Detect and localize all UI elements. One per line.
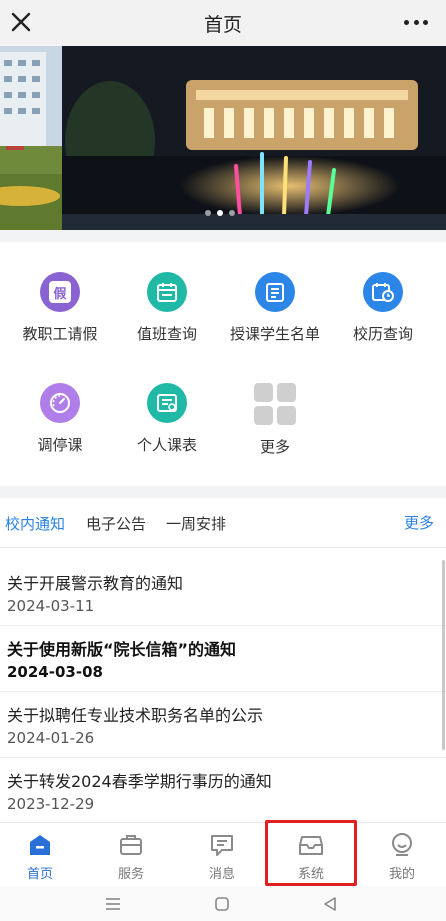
- news-date: 2024-01-26: [7, 729, 95, 747]
- leave-icon: 假: [40, 272, 80, 312]
- tabbar-label: 消息: [208, 867, 235, 882]
- tabbar-service[interactable]: 服务: [91, 831, 171, 883]
- list-item[interactable]: 关于开展警示教育的通知 2024-03-11: [0, 560, 446, 626]
- tab-e-announcement[interactable]: 电子公告: [86, 513, 146, 534]
- carousel-dot-active[interactable]: [217, 210, 223, 216]
- tabbar-messages[interactable]: 消息: [182, 831, 262, 883]
- app-label: 更多: [259, 438, 290, 456]
- more-menu-icon[interactable]: [404, 20, 428, 26]
- calendar-icon: [147, 272, 187, 312]
- app-school-calendar[interactable]: 校历查询: [328, 272, 438, 362]
- news-title: 关于开展警示教育的通知: [7, 574, 184, 593]
- list-icon: [255, 272, 295, 312]
- gauge-icon: [40, 383, 80, 423]
- system-navigation-bar: [0, 886, 446, 921]
- app-label: 值班查询: [136, 325, 197, 343]
- section-divider: [0, 230, 446, 242]
- app-duty-query[interactable]: 值班查询: [112, 272, 222, 362]
- app-more[interactable]: 更多: [220, 383, 330, 473]
- menu-icon[interactable]: [105, 896, 121, 912]
- tabbar-label: 服务: [117, 867, 144, 882]
- timetable-icon: [147, 383, 187, 423]
- top-bar: 首页: [0, 0, 446, 46]
- app-label: 教职工请假: [22, 325, 98, 343]
- home-square-icon[interactable]: [214, 896, 230, 912]
- tabbar-home[interactable]: 首页: [0, 831, 80, 883]
- list-item[interactable]: 关于使用新版“院长信箱”的通知 2024-03-08: [0, 626, 446, 692]
- news-title: 关于使用新版“院长信箱”的通知: [7, 640, 237, 659]
- carousel-dot[interactable]: [205, 210, 211, 216]
- app-label: 授课学生名单: [229, 325, 320, 343]
- banner-image: [0, 46, 446, 230]
- page-title: 首页: [203, 13, 242, 36]
- calendar-clock-icon: [363, 272, 403, 312]
- banner-carousel[interactable]: [0, 46, 446, 230]
- app-grid: 假 教职工请假 值班查询 授课学生名单 校历查询 调停课 个人课表 更多: [0, 242, 446, 486]
- news-title: 关于转发2024春季学期行事历的通知: [7, 772, 272, 791]
- home-icon: [30, 835, 50, 855]
- highlight-box: [265, 820, 357, 886]
- app-label: 校历查询: [352, 325, 413, 343]
- section-divider: [0, 486, 446, 498]
- app-personal-timetable[interactable]: 个人课表: [112, 383, 222, 473]
- app-class-reschedule[interactable]: 调停课: [5, 383, 115, 473]
- app-student-list[interactable]: 授课学生名单: [220, 272, 330, 362]
- list-item[interactable]: 关于转发2024春季学期行事历的通知 2023-12-29: [0, 758, 446, 824]
- news-tabs: 校内通知 电子公告 一周安排 更多: [0, 498, 446, 548]
- more-news-link[interactable]: 更多: [404, 512, 434, 533]
- carousel-dot[interactable]: [229, 210, 235, 216]
- bottom-tab-bar: 首页 服务 消息 系统 我的: [0, 822, 446, 886]
- news-date: 2023-12-29: [7, 795, 95, 813]
- app-teacher-leave[interactable]: 假 教职工请假: [5, 272, 115, 362]
- app-label: 个人课表: [136, 436, 197, 454]
- back-triangle-icon[interactable]: [322, 896, 338, 912]
- tabbar-mine[interactable]: 我的: [362, 831, 442, 883]
- tabbar-label: 我的: [388, 867, 415, 882]
- tab-weekly-schedule[interactable]: 一周安排: [166, 513, 226, 534]
- news-date: 2024-03-08: [7, 663, 103, 681]
- list-item[interactable]: 关于拟聘任专业技术职务名单的公示 2024-01-26: [0, 692, 446, 758]
- tab-campus-notice[interactable]: 校内通知: [5, 513, 65, 534]
- tabbar-label: 首页: [26, 867, 53, 882]
- grid-more-icon: [254, 383, 296, 425]
- smiley-icon: [392, 833, 412, 856]
- briefcase-icon: [120, 835, 142, 855]
- close-icon[interactable]: [8, 9, 34, 35]
- app-label: 调停课: [37, 436, 83, 454]
- news-date: 2024-03-11: [7, 597, 95, 615]
- message-icon: [211, 835, 233, 856]
- carousel-dots[interactable]: [205, 210, 235, 216]
- news-title: 关于拟聘任专业技术职务名单的公示: [7, 706, 264, 725]
- scrollbar[interactable]: [442, 560, 445, 750]
